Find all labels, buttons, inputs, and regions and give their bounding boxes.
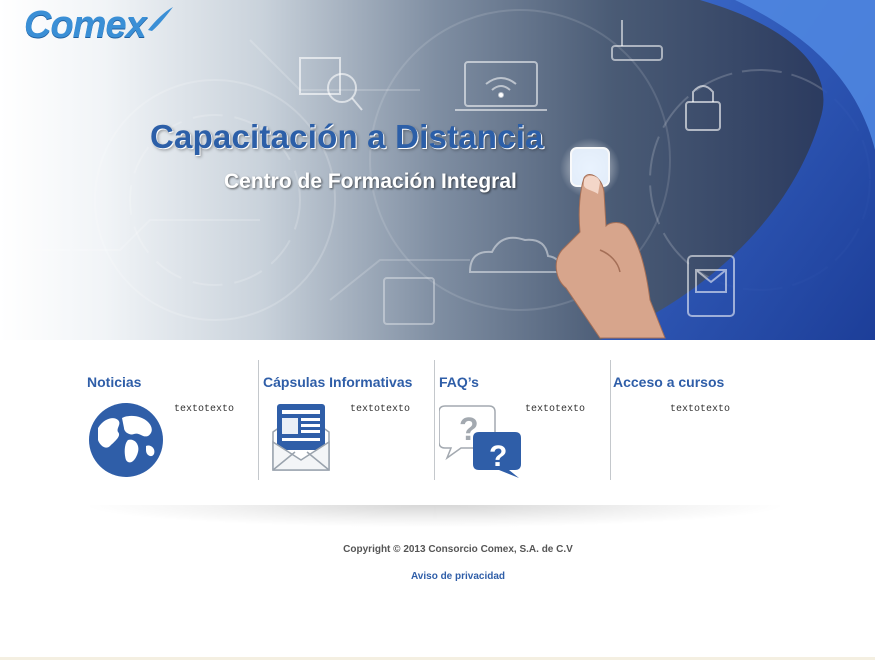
pointing-hand-icon [555,174,666,339]
acceso-cursos-link[interactable]: Acceso a cursos [613,374,724,390]
cloud-icon [468,236,562,273]
padlock-icon [685,85,721,131]
newsletter-envelope-icon[interactable] [271,402,331,474]
router-icon [611,20,663,61]
hero-subtitle: Centro de Formación Integral [224,170,517,193]
section-capsulas: Cápsulas Informativas textotexto [259,360,434,480]
noticias-text: textotexto [174,404,235,415]
section-acceso-cursos: Acceso a cursos textotexto [611,360,780,480]
capsulas-text: textotexto [350,404,411,415]
capsulas-link[interactable]: Cápsulas Informativas [263,374,412,390]
hero-title: Capacitación a Distancia [150,118,544,155]
question-bubbles-icon[interactable]: ? ? [439,402,523,478]
comex-logo[interactable]: Comex [24,4,147,47]
globe-icon[interactable] [88,402,164,478]
hero-banner: Comex Capacitación a Distancia Centro de… [0,0,875,340]
copyright-text: Copyright © 2013 Consorcio Comex, S.A. d… [343,544,573,555]
section-faqs: FAQ’s ? ? textotexto [435,360,610,480]
section-shadow [90,505,780,527]
battery-icon [383,277,435,325]
privacy-link[interactable]: Aviso de privacidad [0,571,875,582]
info-sections: Noticias textotexto Cápsulas Informativa… [80,360,780,480]
faqs-link[interactable]: FAQ’s [439,374,479,390]
laptop-wifi-icon [455,61,547,111]
faqs-text: textotexto [525,404,586,415]
svg-text:?: ? [489,440,507,473]
acceso-cursos-text: textotexto [670,404,731,415]
logo-swoosh-icon [148,7,173,31]
noticias-link[interactable]: Noticias [87,374,141,390]
binary-search-icon [299,57,363,111]
section-noticias: Noticias textotexto [80,360,258,480]
